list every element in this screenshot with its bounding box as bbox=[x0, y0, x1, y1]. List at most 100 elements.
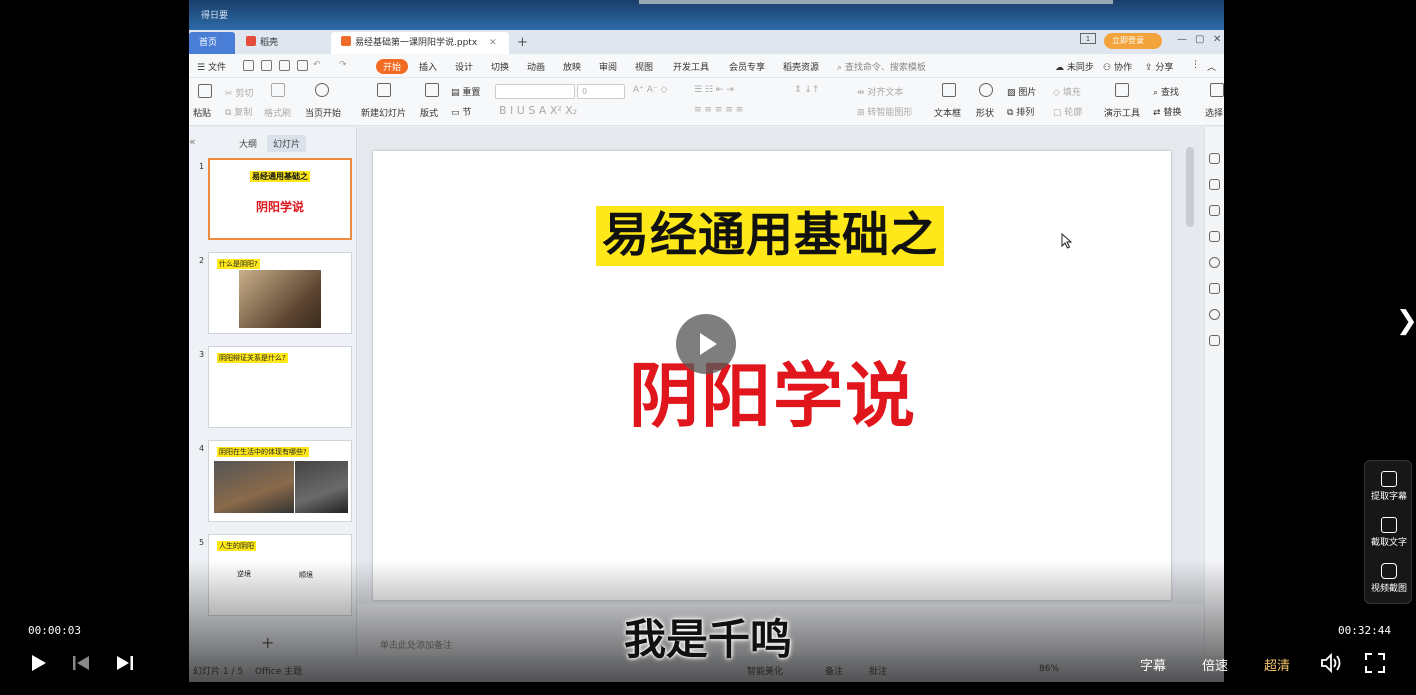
list-icons[interactable]: ☰ ☷ ⇤ ⇥ bbox=[694, 85, 734, 95]
new-slide-icon[interactable] bbox=[377, 83, 391, 97]
help-icon[interactable] bbox=[1209, 257, 1220, 268]
slide-editing-canvas[interactable]: 易经通用基础之 阴阳学说 bbox=[358, 127, 1204, 604]
fill-button[interactable]: ◇ 填充 bbox=[1053, 85, 1081, 98]
export-icon[interactable] bbox=[261, 60, 272, 71]
save-icon[interactable] bbox=[243, 60, 254, 71]
login-button[interactable]: 立即登录 bbox=[1104, 33, 1162, 49]
present-tools-icon[interactable] bbox=[1115, 83, 1129, 97]
menu-insert[interactable]: 插入 bbox=[419, 60, 437, 73]
thumbnail-row[interactable]: 1 易经通用基础之 阴阳学说 bbox=[189, 158, 357, 242]
layout-button[interactable]: 版式 bbox=[420, 106, 438, 119]
play-from-current-icon[interactable] bbox=[315, 83, 329, 97]
paste-icon[interactable] bbox=[198, 84, 212, 98]
menu-file[interactable]: ☰ 文件 bbox=[197, 60, 226, 73]
next-icon[interactable] bbox=[116, 654, 134, 672]
arrange-button[interactable]: ⧉ 排列 bbox=[1007, 105, 1034, 118]
menu-daoke-resources[interactable]: 稻壳资源 bbox=[783, 60, 819, 73]
menu-member[interactable]: 会员专享 bbox=[729, 60, 765, 73]
current-slide[interactable]: 易经通用基础之 阴阳学说 bbox=[373, 151, 1171, 600]
minimize-icon[interactable]: — bbox=[1177, 34, 1187, 45]
quality-button[interactable]: 超清 bbox=[1264, 655, 1290, 674]
slide-thumbnail-2[interactable]: 什么是阴阳? bbox=[208, 252, 352, 334]
cut-button[interactable]: ✂ 剪切 bbox=[225, 86, 253, 99]
slide-thumbnail-1[interactable]: 易经通用基础之 阴阳学说 bbox=[208, 158, 352, 240]
previous-icon[interactable] bbox=[72, 654, 90, 672]
select-icon[interactable] bbox=[1210, 83, 1224, 97]
tab-daoke[interactable]: 稻壳 bbox=[236, 32, 326, 54]
new-tab-icon[interactable]: + bbox=[517, 32, 528, 54]
reset-button[interactable]: ▤ 重置 bbox=[451, 85, 480, 98]
pin-icon[interactable] bbox=[1209, 205, 1220, 216]
location-icon[interactable] bbox=[1209, 309, 1220, 320]
tab-home[interactable]: 首页 bbox=[189, 32, 235, 54]
rocket-icon[interactable] bbox=[1209, 153, 1220, 164]
slide-thumbnail-3[interactable]: 阴阳辩证关系是什么? bbox=[208, 346, 352, 428]
picture-button[interactable]: ▨ 图片 bbox=[1007, 85, 1036, 98]
text-style-icons[interactable]: B I U S A X² X₂ bbox=[499, 104, 577, 117]
tab-document[interactable]: 易经基础第一课阴阳学说.pptx ✕ bbox=[331, 32, 509, 54]
command-search[interactable]: ⌕ 查找命令、搜索模板 bbox=[837, 60, 926, 73]
screenshot-button[interactable]: 视频截图 bbox=[1365, 563, 1413, 594]
new-slide-button[interactable]: 新建幻灯片 bbox=[361, 106, 406, 119]
shape-button[interactable]: 形状 bbox=[976, 106, 994, 119]
menu-developer[interactable]: 开发工具 bbox=[673, 60, 709, 73]
fullscreen-icon[interactable] bbox=[1365, 653, 1385, 673]
tab-slides[interactable]: 幻灯片 bbox=[267, 135, 307, 152]
center-play-button[interactable] bbox=[676, 314, 736, 374]
tab-outline[interactable]: 大纲 bbox=[239, 137, 257, 150]
text-box-button[interactable]: 文本框 bbox=[934, 106, 961, 119]
replace-button[interactable]: ⇄ 替换 bbox=[1153, 105, 1181, 118]
collapse-panel-icon[interactable]: « bbox=[189, 135, 196, 148]
box-icon[interactable] bbox=[1209, 335, 1220, 346]
speed-button[interactable]: 倍速 bbox=[1202, 655, 1228, 674]
collapse-ribbon-icon[interactable]: ︿ bbox=[1207, 60, 1216, 73]
slide-thumbnail-5[interactable]: 人生的阴阳 逆境 顺境 bbox=[208, 534, 352, 616]
print-icon[interactable] bbox=[279, 60, 290, 71]
close-window-icon[interactable]: ✕ bbox=[1213, 34, 1221, 45]
find-button[interactable]: ⌕ 查找 bbox=[1153, 85, 1179, 98]
play-icon[interactable] bbox=[31, 654, 47, 672]
play-from-current-button[interactable]: 当页开始 bbox=[305, 106, 341, 119]
paste-button[interactable]: 粘贴 bbox=[193, 106, 211, 119]
font-grow-shrink-icons[interactable]: A⁺ A⁻ ◇ bbox=[633, 85, 667, 95]
format-painter-icon[interactable] bbox=[271, 83, 285, 97]
thumbnail-row[interactable]: 2 什么是阴阳? bbox=[189, 252, 357, 336]
text-box-icon[interactable] bbox=[942, 83, 956, 97]
window-mode-icon[interactable]: 1 bbox=[1080, 33, 1096, 44]
collab-button[interactable]: ⚇ 协作 bbox=[1103, 60, 1132, 73]
vertical-scrollbar[interactable] bbox=[1186, 147, 1194, 227]
menu-transition[interactable]: 切换 bbox=[491, 60, 509, 73]
thumbnail-row[interactable]: 4 阴阳在生活中的体现有哪些? bbox=[189, 440, 357, 524]
more-icon[interactable]: ⋮ bbox=[1191, 60, 1200, 70]
align-icons[interactable]: ≡ ≡ ≡ ≡ ≡ bbox=[694, 105, 743, 115]
menu-review[interactable]: 审阅 bbox=[599, 60, 617, 73]
capture-text-button[interactable]: 截取文字 bbox=[1365, 517, 1413, 548]
thumbnail-row[interactable]: 3 阴阳辩证关系是什么? bbox=[189, 346, 357, 430]
video-player[interactable]: 得日要 首页 稻壳 易经基础第一课阴阳学说.pptx ✕ + 立即登录 1 — ▢… bbox=[0, 0, 1416, 695]
preview-icon[interactable] bbox=[297, 60, 308, 71]
copy-button[interactable]: ⧉ 复制 bbox=[225, 105, 252, 118]
redo-icon[interactable]: ↷ bbox=[339, 60, 347, 70]
comment-icon[interactable] bbox=[1209, 231, 1220, 242]
present-tools-button[interactable]: 演示工具 bbox=[1104, 106, 1140, 119]
line-spacing-icons[interactable]: ⇕ ↓↑ bbox=[794, 85, 819, 95]
outline-button[interactable]: ▢ 轮廓 bbox=[1053, 105, 1082, 118]
extract-subtitle-button[interactable]: 提取字幕 bbox=[1365, 471, 1413, 502]
sync-status[interactable]: ☁ 未同步 bbox=[1055, 60, 1094, 73]
font-family-select[interactable] bbox=[495, 84, 575, 99]
volume-icon[interactable] bbox=[1320, 653, 1342, 673]
select-button[interactable]: 选择 bbox=[1205, 106, 1223, 119]
image-tool-icon[interactable] bbox=[1209, 283, 1220, 294]
slide-thumbnail-4[interactable]: 阴阳在生活中的体现有哪些? bbox=[208, 440, 352, 522]
share-button[interactable]: ⇪ 分享 bbox=[1145, 60, 1173, 73]
smart-shape-button[interactable]: ⊞ 转智能图形 bbox=[857, 105, 912, 118]
menu-animation[interactable]: 动画 bbox=[527, 60, 545, 73]
format-painter-button[interactable]: 格式刷 bbox=[264, 106, 291, 119]
maximize-icon[interactable]: ▢ bbox=[1195, 34, 1204, 45]
layout-icon[interactable] bbox=[425, 83, 439, 97]
menu-design[interactable]: 设计 bbox=[455, 60, 473, 73]
font-size-select[interactable]: 0 bbox=[577, 84, 625, 99]
slide-title[interactable]: 易经通用基础之 bbox=[596, 206, 944, 266]
next-chevron-icon[interactable]: ❯ bbox=[1396, 306, 1416, 336]
adjust-icon[interactable] bbox=[1209, 179, 1220, 190]
